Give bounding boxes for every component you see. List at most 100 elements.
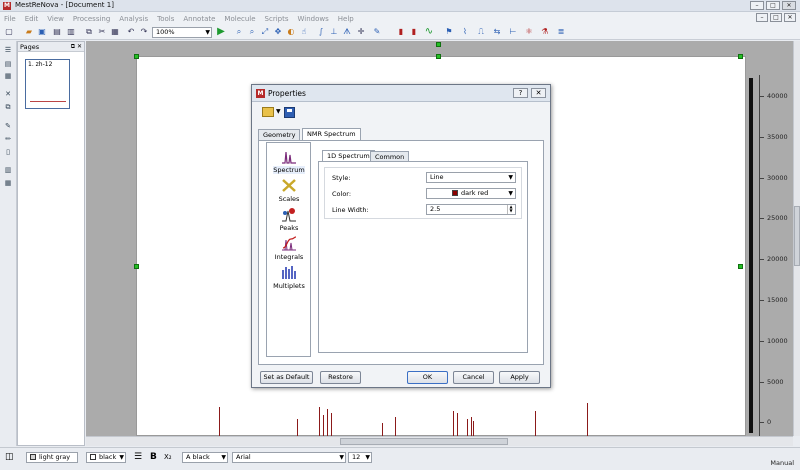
- undo-icon[interactable]: ↶: [126, 27, 136, 37]
- integrate-icon[interactable]: ∫: [316, 27, 326, 37]
- set-as-default-button[interactable]: Set as Default: [260, 371, 313, 384]
- menu-processing[interactable]: Processing: [73, 15, 110, 23]
- category-spectrum[interactable]: Spectrum: [267, 149, 311, 174]
- peak-pick-icon[interactable]: ⊥: [329, 27, 339, 37]
- horizontal-scrollbar[interactable]: [86, 436, 793, 446]
- reference-icon[interactable]: ⊢: [508, 27, 518, 37]
- font-size-select[interactable]: 12 ▼: [348, 452, 372, 463]
- ok-button[interactable]: OK: [407, 371, 448, 384]
- phase-icon[interactable]: ◐: [286, 27, 296, 37]
- line-color-select[interactable]: black ▼: [86, 452, 126, 463]
- shape-icon[interactable]: ◫: [5, 451, 14, 463]
- fid-icon[interactable]: ∿: [424, 27, 434, 37]
- predict-icon[interactable]: ⚗: [540, 27, 550, 37]
- book-icon[interactable]: ▯: [3, 147, 13, 157]
- fit-icon[interactable]: ⤢: [260, 27, 270, 37]
- apply-button[interactable]: Apply: [499, 371, 540, 384]
- close-button[interactable]: ✕: [782, 1, 796, 10]
- menu-annotate[interactable]: Annotate: [183, 15, 215, 23]
- resize-handle-tr[interactable]: [738, 54, 743, 59]
- dialog-close-button[interactable]: ✕: [531, 88, 546, 98]
- spectrum-mode-icon[interactable]: ▮: [396, 27, 406, 37]
- apodization-icon[interactable]: ⎍: [476, 27, 486, 37]
- doc-minimize-button[interactable]: –: [756, 13, 768, 22]
- save-icon[interactable]: ▣: [37, 27, 47, 37]
- menu-file[interactable]: File: [4, 15, 16, 23]
- report-icon[interactable]: ≣: [556, 27, 566, 37]
- pages-panel-controls[interactable]: ⧉ ✕: [71, 42, 82, 52]
- rotate-handle[interactable]: [436, 42, 441, 47]
- tab-geometry[interactable]: Geometry: [258, 129, 301, 140]
- hand-icon[interactable]: ☝: [299, 27, 309, 37]
- table-icon[interactable]: ▥: [3, 165, 13, 175]
- open-folder-icon[interactable]: ▰: [24, 27, 34, 37]
- grid-icon[interactable]: ▦: [3, 178, 13, 188]
- line-width-spinner[interactable]: ▲ ▼: [507, 205, 514, 214]
- annotate-icon[interactable]: ✎: [372, 27, 382, 37]
- category-scales[interactable]: Scales: [267, 178, 311, 203]
- shift-icon[interactable]: ⇆: [492, 27, 502, 37]
- zoom-select[interactable]: 100% ▼: [152, 27, 212, 38]
- pages-icon[interactable]: ▦: [3, 71, 13, 81]
- menu-molecule[interactable]: Molecule: [224, 15, 255, 23]
- resize-handle-tl[interactable]: [134, 54, 139, 59]
- menu-tools[interactable]: Tools: [157, 15, 174, 23]
- zoom-in-icon[interactable]: ⌕: [234, 27, 244, 37]
- copy-icon[interactable]: ⧉: [84, 27, 94, 37]
- layout-icon[interactable]: ▤: [3, 59, 13, 69]
- restore-button[interactable]: Restore: [320, 371, 361, 384]
- cancel-button[interactable]: Cancel: [453, 371, 494, 384]
- subscript-button[interactable]: X₂: [164, 451, 172, 463]
- font-name-select[interactable]: Arial ▼: [232, 452, 346, 463]
- resize-handle-top[interactable]: [436, 54, 441, 59]
- baseline-icon[interactable]: ⌇: [460, 27, 470, 37]
- redo-icon[interactable]: ↷: [139, 27, 149, 37]
- crosshair-icon[interactable]: ✛: [356, 27, 366, 37]
- print-icon[interactable]: ▥: [66, 27, 76, 37]
- resize-handle-right[interactable]: [738, 264, 743, 269]
- menu-scripts[interactable]: Scripts: [265, 15, 289, 23]
- category-multiplets[interactable]: Multiplets: [267, 265, 311, 290]
- draw-icon[interactable]: ✏: [3, 134, 13, 144]
- category-peaks[interactable]: Peaks: [267, 207, 311, 232]
- page-thumbnail[interactable]: 1. zh-12: [25, 59, 70, 109]
- duplicate-icon[interactable]: ⧉: [3, 102, 13, 112]
- menu-windows[interactable]: Windows: [298, 15, 329, 23]
- style-select[interactable]: Line ▼: [426, 172, 516, 183]
- menu-view[interactable]: View: [47, 15, 64, 23]
- print-preview-icon[interactable]: ▤: [52, 27, 62, 37]
- delete-icon[interactable]: ✕: [3, 89, 13, 99]
- pan-icon[interactable]: ✥: [273, 27, 283, 37]
- multiplet-icon[interactable]: ᗑ: [342, 27, 352, 37]
- chevron-down-icon[interactable]: ▼: [276, 108, 281, 115]
- cut-icon[interactable]: ✂: [97, 27, 107, 37]
- minimize-button[interactable]: –: [750, 1, 764, 10]
- menu-edit[interactable]: Edit: [25, 15, 39, 23]
- fill-color-select[interactable]: light gray: [26, 452, 78, 463]
- doc-restore-button[interactable]: □: [770, 13, 782, 22]
- resize-handle-left[interactable]: [134, 264, 139, 269]
- vertical-scroll-thumb[interactable]: [794, 206, 800, 266]
- edit-icon[interactable]: ✎: [3, 121, 13, 131]
- bold-button[interactable]: B: [150, 451, 157, 463]
- stack-icon[interactable]: ▮: [409, 27, 419, 37]
- open-folder-icon[interactable]: [262, 107, 274, 117]
- line-width-icon[interactable]: ☰: [134, 451, 142, 463]
- list-icon[interactable]: ☰: [3, 45, 13, 55]
- paste-icon[interactable]: ▦: [110, 27, 120, 37]
- menu-help[interactable]: Help: [338, 15, 354, 23]
- font-color-select[interactable]: A black ▼: [182, 452, 228, 463]
- doc-close-button[interactable]: ✕: [784, 13, 796, 22]
- line-width-input[interactable]: 2.5 ▲ ▼: [426, 204, 516, 215]
- process-icon[interactable]: ⚑: [444, 27, 454, 37]
- color-select[interactable]: dark red ▼: [426, 188, 516, 199]
- molecule-icon[interactable]: ⚛: [524, 27, 534, 37]
- tab-nmr-spectrum[interactable]: NMR Spectrum: [302, 128, 361, 140]
- run-script-icon[interactable]: ▶: [216, 27, 226, 37]
- zoom-out-icon[interactable]: ⌕: [247, 27, 257, 37]
- horizontal-scroll-thumb[interactable]: [340, 438, 508, 445]
- save-icon[interactable]: [284, 107, 295, 118]
- vertical-scrollbar[interactable]: [793, 41, 800, 436]
- new-document-icon[interactable]: ▢: [4, 27, 14, 37]
- maximize-button[interactable]: □: [766, 1, 780, 10]
